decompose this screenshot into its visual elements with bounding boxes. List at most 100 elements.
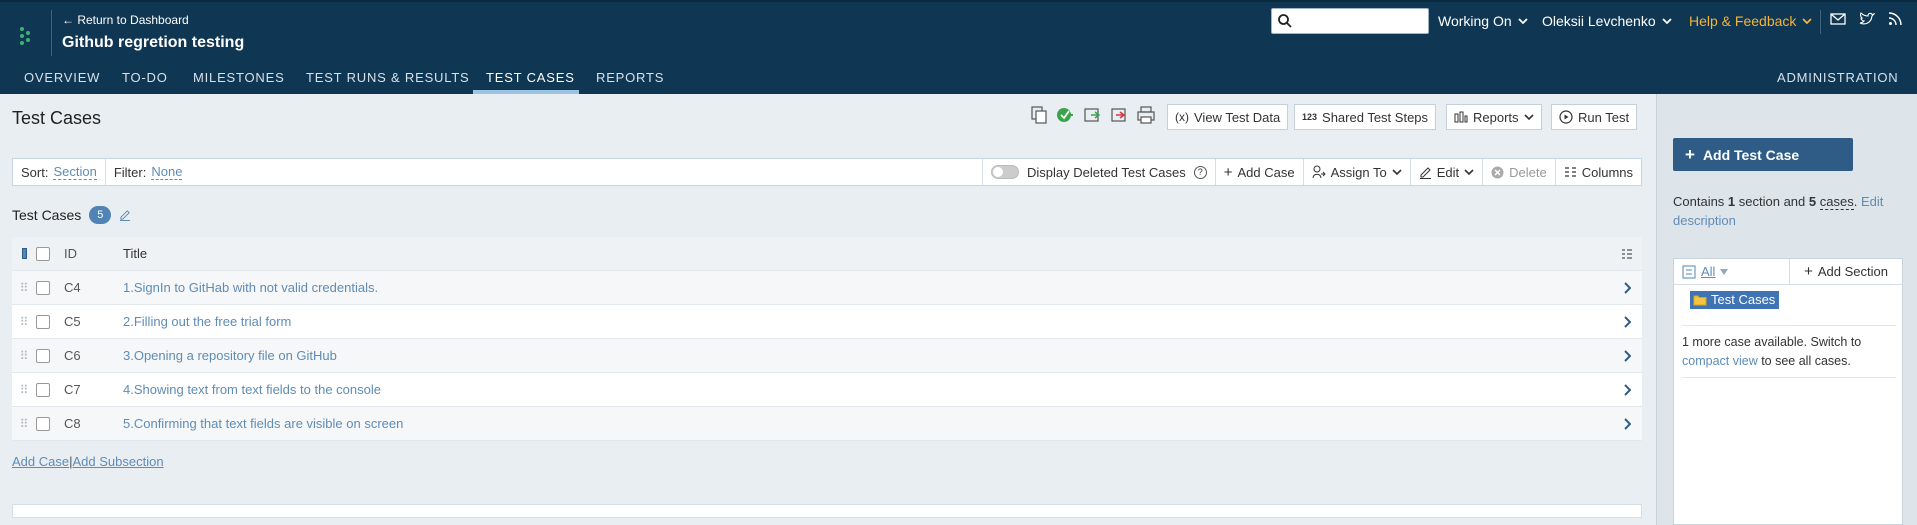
help-feedback-label: Help & Feedback — [1689, 13, 1797, 29]
drag-handle-icon[interactable]: ⠿ — [12, 281, 36, 295]
tree-filter-all[interactable]: All — [1674, 259, 1790, 284]
drag-handle-icon[interactable]: ⠿ — [12, 349, 36, 363]
chevron-down-icon — [1802, 18, 1813, 25]
summary-text: Contains — [1673, 194, 1728, 209]
assign-user-icon — [1312, 165, 1326, 179]
compact-view-link[interactable]: compact view — [1682, 354, 1758, 368]
columns-label: Columns — [1581, 164, 1633, 180]
tree-node-test-cases[interactable]: Test Cases — [1690, 291, 1780, 309]
reports-label: Reports — [1473, 109, 1519, 125]
tab-test-runs-results[interactable]: TEST RUNS & RESULTS — [306, 70, 470, 85]
table-row[interactable]: ⠿ C7 4.Showing text from text fields to … — [12, 373, 1642, 407]
reports-button[interactable]: Reports — [1446, 104, 1542, 130]
user-menu[interactable]: Oleksii Levchenko — [1542, 13, 1672, 29]
sort-value[interactable]: Section — [53, 164, 97, 180]
export-green-icon[interactable] — [1056, 106, 1074, 124]
drag-handle-icon[interactable]: ⠿ — [12, 315, 36, 329]
case-title-link[interactable]: 3.Opening a repository file on GitHub — [123, 348, 1612, 363]
play-icon — [1559, 110, 1573, 124]
add-subsection-link[interactable]: Add Subsection — [72, 454, 163, 469]
columns-button[interactable]: Columns — [1554, 159, 1641, 185]
columns-icon — [1564, 167, 1576, 177]
chevron-right-icon[interactable] — [1612, 349, 1642, 362]
edit-section-icon[interactable] — [119, 209, 131, 221]
case-id: C6 — [64, 348, 81, 363]
table-row[interactable]: ⠿ C6 3.Opening a repository file on GitH… — [12, 339, 1642, 373]
table-row[interactable]: ⠿ C4 1.SignIn to GitHab with not valid c… — [12, 271, 1642, 305]
import-icon[interactable] — [1083, 106, 1101, 124]
add-test-case-button[interactable]: + Add Test Case — [1673, 138, 1853, 171]
export-red-icon[interactable] — [1110, 106, 1128, 124]
sort-control[interactable]: Sort: Section — [13, 159, 105, 185]
assign-to-button[interactable]: Assign To — [1302, 159, 1410, 185]
row-checkbox[interactable] — [36, 348, 50, 363]
plus-icon: + — [1685, 144, 1695, 164]
column-settings-icon[interactable] — [1612, 248, 1642, 260]
caret-down-icon — [1720, 268, 1729, 275]
mail-icon[interactable] — [1830, 12, 1846, 26]
delete-label: Delete — [1509, 164, 1547, 180]
table-row[interactable]: ⠿ C8 5.Confirming that text fields are v… — [12, 407, 1642, 441]
tab-milestones[interactable]: MILESTONES — [193, 70, 285, 85]
rss-icon[interactable] — [1888, 12, 1902, 26]
view-test-data-button[interactable]: (x) View Test Data — [1167, 104, 1289, 130]
help-icon[interactable]: ? — [1193, 165, 1207, 179]
add-case-button[interactable]: + Add Case — [1214, 159, 1303, 185]
tab-test-cases[interactable]: TEST CASES — [486, 70, 575, 85]
select-toggle-icon[interactable] — [12, 248, 36, 259]
copy-icon[interactable] — [1031, 106, 1047, 124]
bottom-panel — [12, 504, 1642, 518]
testrail-logo-icon[interactable] — [18, 26, 32, 46]
print-icon[interactable] — [1137, 106, 1155, 124]
twitter-icon[interactable] — [1859, 12, 1875, 26]
search-input[interactable] — [1271, 8, 1429, 34]
return-to-dashboard-link[interactable]: ← Return to Dashboard — [62, 13, 189, 27]
shared-test-steps-button[interactable]: 123 Shared Test Steps — [1294, 104, 1437, 130]
case-title-link[interactable]: 1.SignIn to GitHab with not valid creden… — [123, 280, 1612, 295]
delete-button[interactable]: Delete — [1482, 159, 1555, 185]
chevron-right-icon[interactable] — [1612, 417, 1642, 430]
display-deleted-toggle[interactable]: Display Deleted Test Cases ? — [981, 159, 1215, 185]
chevron-right-icon[interactable] — [1612, 281, 1642, 294]
variable-icon: (x) — [1175, 110, 1189, 124]
working-on-label: Working On — [1438, 13, 1512, 29]
folder-icon — [1693, 295, 1707, 305]
help-feedback-menu[interactable]: Help & Feedback — [1689, 13, 1813, 29]
right-sidebar: + Add Test Case Contains 1 section and 5… — [1656, 94, 1917, 525]
case-title-link[interactable]: 4.Showing text from text fields to the c… — [123, 382, 1612, 397]
filter-control[interactable]: Filter: None — [104, 159, 982, 185]
tab-administration[interactable]: ADMINISTRATION — [1777, 70, 1898, 85]
toggle-switch[interactable] — [990, 165, 1019, 179]
case-id: C8 — [64, 416, 81, 431]
suite-summary: Contains 1 section and 5 cases. Edit des… — [1673, 192, 1903, 230]
row-checkbox[interactable] — [36, 314, 50, 329]
tree-view-icon — [1682, 265, 1696, 278]
row-checkbox[interactable] — [36, 280, 50, 295]
drag-handle-icon[interactable]: ⠿ — [12, 417, 36, 431]
table-row[interactable]: ⠿ C5 2.Filling out the free trial form — [12, 305, 1642, 339]
select-all-checkbox[interactable] — [36, 246, 50, 261]
filter-value[interactable]: None — [151, 164, 183, 180]
add-case-link[interactable]: Add Case — [12, 454, 69, 469]
case-title-link[interactable]: 2.Filling out the free trial form — [123, 314, 1612, 329]
section-tree: All + Add Section Test Cases 1 more case… — [1673, 258, 1903, 525]
edit-button[interactable]: Edit — [1409, 159, 1482, 185]
case-title-link[interactable]: 5.Confirming that text fields are visibl… — [123, 416, 1612, 431]
sort-label: Sort: — [21, 164, 49, 180]
tab-reports[interactable]: REPORTS — [596, 70, 664, 85]
chevron-right-icon[interactable] — [1612, 383, 1642, 396]
drag-handle-icon[interactable]: ⠿ — [12, 383, 36, 397]
row-checkbox[interactable] — [36, 416, 50, 431]
working-on-menu[interactable]: Working On — [1438, 13, 1528, 29]
tab-todo[interactable]: TO-DO — [122, 70, 168, 85]
column-header-title[interactable]: Title — [123, 246, 1612, 261]
run-test-label: Run Test — [1578, 109, 1630, 125]
run-test-button[interactable]: Run Test — [1551, 104, 1638, 130]
top-header: ← Return to Dashboard Github regretion t… — [0, 0, 1917, 59]
chevron-right-icon[interactable] — [1612, 315, 1642, 328]
row-checkbox[interactable] — [36, 382, 50, 397]
tree-toolbar: All + Add Section — [1674, 259, 1902, 285]
tab-overview[interactable]: OVERVIEW — [24, 70, 100, 85]
column-header-id[interactable]: ID — [58, 246, 123, 261]
add-section-button[interactable]: + Add Section — [1790, 263, 1902, 280]
